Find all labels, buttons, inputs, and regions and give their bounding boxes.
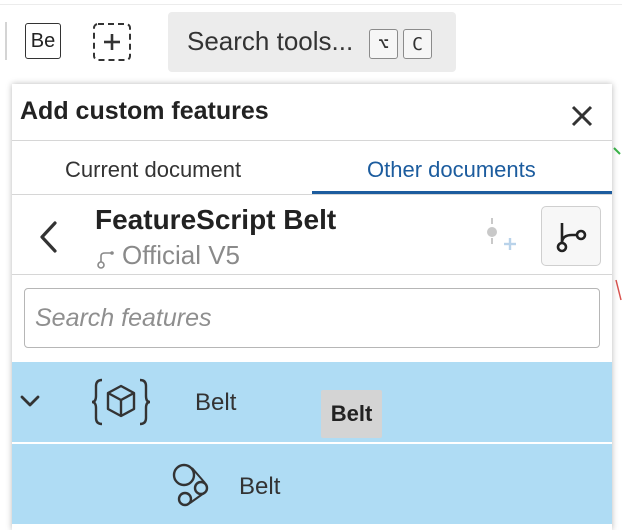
branch-icon	[556, 223, 587, 253]
dialog-title: Add custom features	[20, 97, 269, 125]
featurestudio-cube-icon	[92, 378, 150, 426]
belt-pulley-icon	[172, 463, 209, 507]
shortcut-key-c: C	[403, 29, 432, 59]
document-name: FeatureScript Belt	[95, 204, 337, 235]
top-toolbar: Be Search tools... ⌥ C	[0, 0, 622, 84]
close-icon	[571, 105, 593, 127]
chevron-down-icon[interactable]	[18, 389, 42, 413]
version-branch-icon	[97, 251, 114, 269]
be-tool-label: Be	[30, 29, 56, 52]
feature-group-row[interactable]: Belt Belt	[12, 362, 612, 442]
branch-button[interactable]	[541, 206, 601, 266]
tab-other-documents[interactable]: Other documents	[367, 157, 536, 183]
insert-feature-icon	[487, 218, 516, 250]
feature-item-row[interactable]: Belt	[12, 444, 612, 524]
back-button[interactable]	[35, 219, 63, 255]
search-tools-button[interactable]: Search tools... ⌥ C	[168, 12, 456, 72]
insert-feature-button[interactable]	[482, 216, 522, 256]
add-custom-features-dialog: Add custom features Current document Oth…	[12, 84, 612, 530]
search-tools-label: Search tools...	[187, 26, 354, 56]
feature-group-label: Belt	[195, 389, 237, 416]
shortcut-key-option: ⌥	[369, 29, 398, 59]
document-version: Official V5	[122, 240, 241, 270]
search-features-input[interactable]	[24, 288, 600, 348]
be-tool-button[interactable]: Be	[25, 23, 61, 59]
toolbar-top-rule	[0, 4, 622, 5]
close-button[interactable]	[570, 104, 594, 128]
tab-current-document[interactable]: Current document	[65, 157, 241, 183]
toolbar-separator	[5, 22, 7, 60]
title-divider	[12, 140, 612, 141]
feature-tooltip: Belt	[321, 390, 382, 438]
add-custom-feature-icon	[93, 23, 131, 61]
tabs-divider	[12, 194, 612, 195]
feature-item-label: Belt	[239, 473, 281, 500]
add-custom-feature-button[interactable]	[92, 22, 132, 62]
chevron-left-icon	[40, 221, 57, 253]
background-sketch-edge	[613, 147, 622, 301]
document-divider	[12, 274, 612, 275]
